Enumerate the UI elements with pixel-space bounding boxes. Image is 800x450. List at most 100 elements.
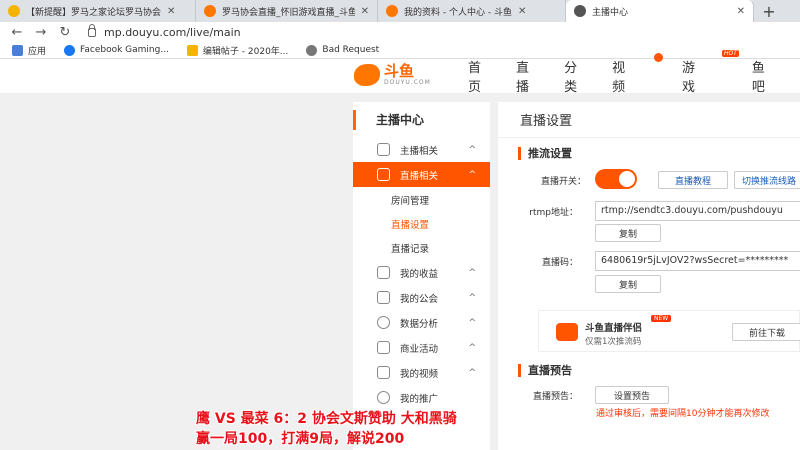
page-title: 直播设置 — [520, 114, 573, 129]
browser-tab-3[interactable]: 我的资料 - 个人中心 - 斗鱼 ✕ — [378, 0, 566, 22]
bookmark-label: 应用 — [28, 46, 47, 57]
browser-tab-2[interactable]: 罗马协会直播_怀旧游戏直播_斗鱼 ✕ — [196, 0, 378, 22]
douyu-icon — [386, 5, 398, 17]
sidebar-item-promotion[interactable]: 我的推广 — [353, 385, 490, 410]
rtmp-label: rtmp地址： — [529, 208, 578, 218]
nav-fishbar[interactable]: 鱼吧 — [752, 57, 773, 95]
sidebar-sub-live-settings[interactable]: 直播设置 — [391, 217, 429, 231]
main-panel: 直播设置 推流设置 直播开关： 直播教程 切换推流线路 rtmp地址： rtmp… — [498, 102, 800, 450]
sidebar-item-anchor[interactable]: 主播相关 ^ — [353, 137, 490, 162]
url-text: mp.douyu.com/live/main — [104, 25, 241, 39]
close-tab-icon[interactable]: ✕ — [361, 6, 369, 17]
douyu-icon — [204, 5, 216, 17]
lock-icon — [88, 23, 96, 37]
sidebar-item-label: 我的公会 — [400, 293, 439, 305]
logo-name: 斗鱼 — [384, 62, 415, 80]
set-preview-button[interactable]: 设置预告 — [595, 386, 669, 404]
nav-category[interactable]: 分类 — [564, 57, 585, 95]
chevron-up-icon: ^ — [468, 169, 476, 180]
notification-dot-icon — [654, 53, 664, 62]
forward-arrow-icon[interactable]: → — [32, 25, 50, 40]
url-field[interactable]: mp.douyu.com/live/main — [88, 23, 241, 39]
forum-icon — [8, 5, 20, 17]
sidebar-item-label: 主播相关 — [400, 145, 439, 157]
new-tab-button[interactable]: + — [754, 0, 784, 22]
nav-home[interactable]: 首页 — [468, 57, 489, 95]
nav-live[interactable]: 直播 — [516, 57, 537, 95]
preview-label: 直播预告： — [532, 392, 578, 402]
browser-tab-1[interactable]: 【新提醒】罗马之家论坛罗马协会 ✕ — [0, 0, 196, 22]
nav-video[interactable]: 视频 — [612, 53, 664, 95]
sidebar-item-analytics[interactable]: 数据分析 ^ — [353, 310, 490, 335]
nav-label: 视频 — [612, 61, 626, 95]
film-icon — [377, 366, 390, 379]
copy-code-button[interactable]: 复制 — [595, 275, 661, 293]
browser-tab-bar: 【新提醒】罗马之家论坛罗马协会 ✕ 罗马协会直播_怀旧游戏直播_斗鱼 ✕ 我的资… — [0, 0, 800, 22]
apps-grid-icon — [12, 44, 23, 56]
sidebar-item-label: 直播相关 — [400, 170, 439, 182]
sidebar-item-label: 商业活动 — [400, 343, 439, 355]
bookmark-label: 编辑帖子 - 2020年... — [202, 46, 289, 57]
close-tab-icon[interactable]: ✕ — [518, 6, 526, 17]
building-icon — [377, 341, 390, 354]
sidebar-item-label: 数据分析 — [400, 318, 439, 330]
forum-icon — [186, 44, 198, 56]
wallet-icon — [377, 266, 390, 279]
sidebar-item-earnings[interactable]: 我的收益 ^ — [353, 260, 490, 285]
overlay-caption-line2: 赢一局100，打满9局，解说200 — [196, 431, 405, 447]
bookmark-edit-post[interactable]: 编辑帖子 - 2020年... — [186, 44, 289, 57]
bookmark-apps[interactable]: 应用 — [12, 44, 46, 57]
companion-app-promo: 斗鱼直播伴侣 NEW 仅需1次推流码 前往下载 — [538, 310, 800, 352]
close-tab-icon[interactable]: ✕ — [737, 6, 745, 17]
stream-code-field[interactable]: 6480619r5jLvJOV2?wsSecret=********* — [595, 251, 800, 271]
microphone-icon — [377, 143, 390, 156]
pie-chart-icon — [377, 316, 390, 329]
promo-desc: 仅需1次推流码 — [585, 337, 642, 347]
sidebar: 主播中心 主播相关 ^ 直播相关 ^ 房间管理 直播设置 直播记录 我的收益 ^… — [353, 102, 490, 450]
globe-icon — [574, 5, 586, 17]
video-icon — [377, 168, 390, 181]
chevron-up-icon: ^ — [468, 317, 476, 328]
douyu-fish-icon — [354, 63, 380, 86]
switch-label: 直播开关： — [540, 177, 586, 187]
section-title-preview: 直播预告 — [518, 364, 572, 377]
sidebar-item-label: 我的推广 — [400, 393, 439, 405]
sidebar-item-live[interactable]: 直播相关 ^ — [353, 162, 490, 187]
review-warning: 通过审核后，需要间隔10分钟才能再次修改 — [596, 409, 770, 419]
browser-tab-4[interactable]: 主播中心 ✕ — [566, 0, 754, 22]
download-button[interactable]: 前往下载 — [732, 323, 800, 341]
bookmark-label: Facebook Gaming... — [80, 45, 169, 55]
address-bar: ← → ↻ mp.douyu.com/live/main — [0, 22, 800, 42]
copy-rtmp-button[interactable]: 复制 — [595, 224, 661, 242]
douyu-logo[interactable]: 斗鱼 DOUYU.COM — [354, 63, 431, 86]
stream-code-label: 直播码： — [541, 258, 578, 268]
chevron-up-icon: ^ — [468, 144, 476, 155]
reload-icon[interactable]: ↻ — [56, 25, 74, 40]
nav-games[interactable]: 游戏 HOT — [682, 50, 739, 95]
bookmark-facebook-gaming[interactable]: Facebook Gaming... — [64, 44, 169, 56]
sidebar-title: 主播中心 — [353, 110, 490, 130]
nav-label: 游戏 — [682, 61, 696, 95]
back-arrow-icon[interactable]: ← — [8, 25, 26, 40]
sidebar-sub-live-records[interactable]: 直播记录 — [391, 241, 429, 255]
tutorial-button[interactable]: 直播教程 — [658, 171, 728, 189]
sidebar-sub-room-management[interactable]: 房间管理 — [391, 193, 429, 207]
switch-line-button[interactable]: 切换推流线路 — [734, 171, 800, 189]
sidebar-item-business[interactable]: 商业活动 ^ — [353, 335, 490, 360]
chevron-up-icon: ^ — [468, 367, 476, 378]
shield-icon — [377, 291, 390, 304]
section-title-stream: 推流设置 — [518, 147, 572, 160]
live-toggle[interactable] — [595, 169, 637, 189]
overlay-caption-line1: 鹰 VS 最菜 6：2 协会文斯赞助 大和黑骑 — [196, 411, 457, 427]
bookmark-bad-request[interactable]: Bad Request — [306, 44, 379, 56]
tab-title: 我的资料 - 个人中心 - 斗鱼 — [404, 7, 512, 18]
sidebar-item-guild[interactable]: 我的公会 ^ — [353, 285, 490, 310]
divider — [498, 137, 800, 138]
tab-title: 主播中心 — [592, 7, 629, 18]
bookmarks-bar: 应用 Facebook Gaming... 编辑帖子 - 2020年... Ba… — [0, 42, 800, 59]
globe-icon — [306, 44, 318, 56]
sidebar-item-videos[interactable]: 我的视频 ^ — [353, 360, 490, 385]
close-tab-icon[interactable]: ✕ — [167, 6, 175, 17]
rtmp-address-field[interactable]: rtmp://sendtc3.douyu.com/pushdouyu — [595, 201, 800, 221]
chevron-up-icon: ^ — [468, 292, 476, 303]
